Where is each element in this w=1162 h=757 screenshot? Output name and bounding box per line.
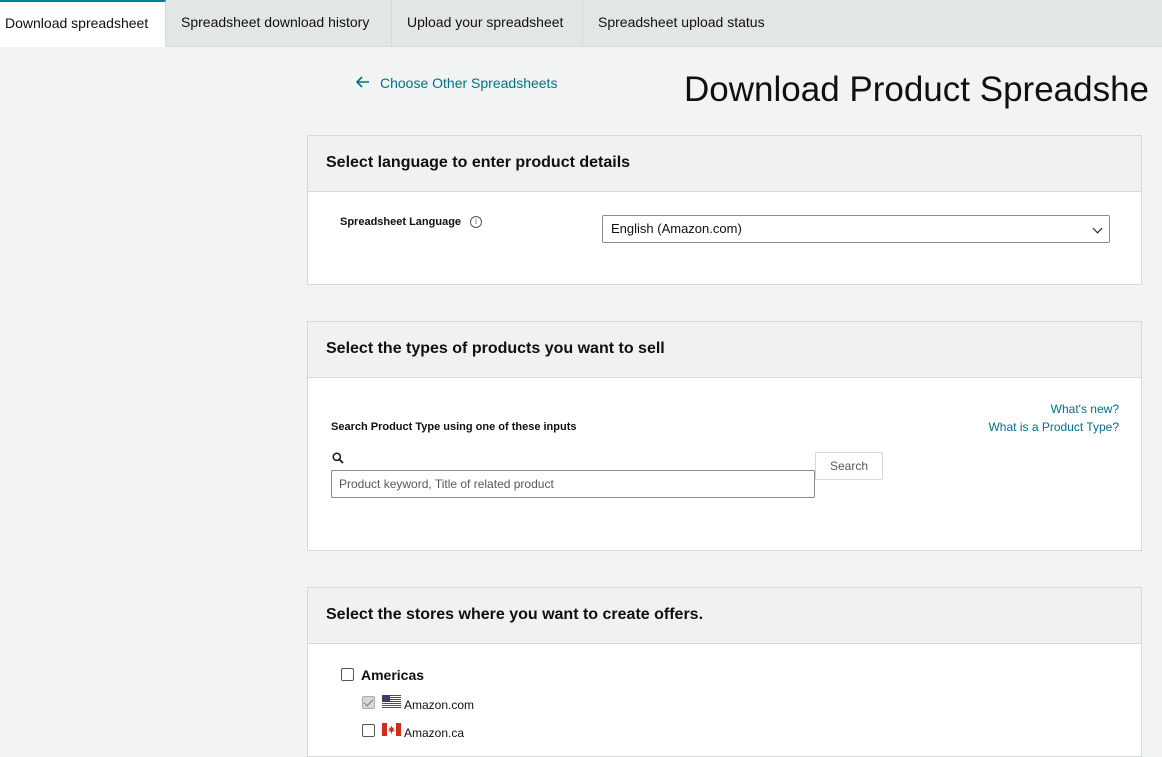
spreadsheet-language-select[interactable]: English (Amazon.com): [602, 215, 1110, 243]
chevron-down-icon: [1092, 223, 1103, 234]
spreadsheet-language-label: Spreadsheet Language i: [340, 216, 483, 229]
product-types-heading: Select the types of products you want to…: [308, 322, 1141, 378]
choose-other-spreadsheets-link[interactable]: Choose Other Spreadsheets: [355, 75, 558, 91]
tab-download-spreadsheet[interactable]: Download spreadsheet: [0, 0, 166, 47]
spreadsheet-language-text: Spreadsheet Language: [340, 216, 462, 228]
what-is-product-type-link[interactable]: What is a Product Type?: [988, 420, 1119, 434]
amazon-com-label: Amazon.com: [404, 698, 475, 712]
info-icon[interactable]: i: [470, 216, 483, 229]
americas-label: Americas: [361, 667, 425, 683]
ca-flag-icon: [382, 723, 401, 736]
us-flag-icon: [382, 695, 401, 708]
back-link-label: Choose Other Spreadsheets: [380, 75, 558, 91]
search-icon: [332, 452, 344, 464]
language-panel: Select language to enter product details…: [307, 135, 1142, 285]
stores-heading: Select the stores where you want to crea…: [308, 588, 1141, 644]
americas-checkbox[interactable]: [341, 668, 354, 681]
product-search-input[interactable]: [331, 470, 815, 498]
stores-panel: Select the stores where you want to crea…: [307, 587, 1142, 757]
amazon-com-checkbox[interactable]: [362, 696, 375, 709]
tab-download-history[interactable]: Spreadsheet download history: [166, 0, 392, 46]
tab-upload-spreadsheet[interactable]: Upload your spreadsheet: [392, 0, 583, 46]
language-selected-value: English (Amazon.com): [611, 221, 742, 236]
tab-upload-status[interactable]: Spreadsheet upload status: [583, 0, 783, 46]
product-types-panel: Select the types of products you want to…: [307, 321, 1142, 551]
whats-new-link[interactable]: What's new?: [1051, 402, 1119, 416]
tab-bar: Download spreadsheet Spreadsheet downloa…: [0, 0, 1162, 47]
arrow-left-icon: [355, 75, 372, 91]
search-button[interactable]: Search: [815, 452, 883, 480]
amazon-ca-label: Amazon.ca: [404, 726, 465, 740]
search-product-type-label: Search Product Type using one of these i…: [331, 421, 577, 433]
language-panel-heading: Select language to enter product details: [308, 136, 1141, 192]
amazon-ca-checkbox[interactable]: [362, 724, 375, 737]
page-title: Download Product Spreadshe: [684, 70, 1150, 109]
